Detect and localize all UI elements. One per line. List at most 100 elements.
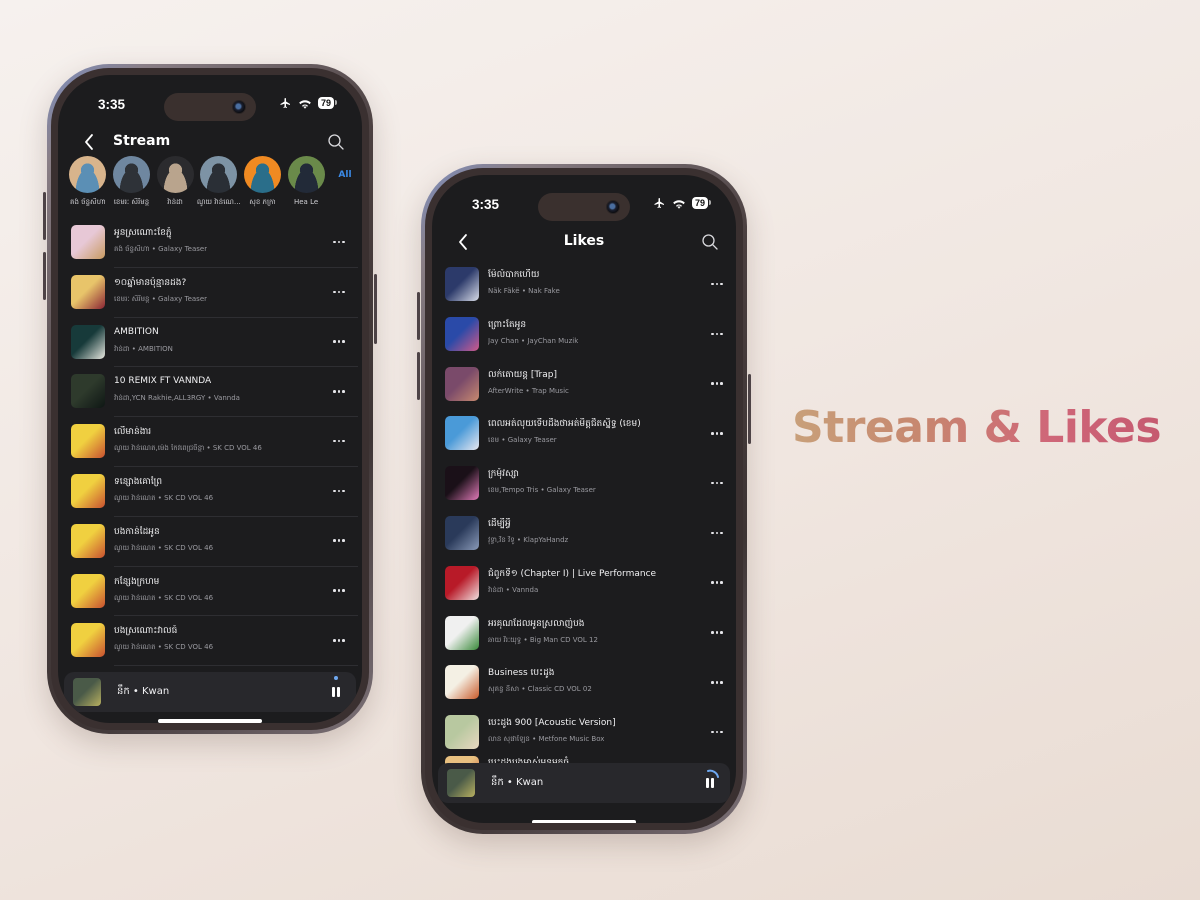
- artist-avatar: [69, 156, 107, 193]
- more-options-icon[interactable]: [328, 583, 350, 599]
- artist-item[interactable]: ណូយ វ៉ាន់ណេ...: [197, 156, 241, 216]
- song-artwork: [71, 523, 105, 558]
- artist-item[interactable]: គង់ ច័ន្ទសីហា: [66, 156, 110, 216]
- artist-item[interactable]: សុខ ភក្រា: [241, 156, 285, 216]
- more-options-icon[interactable]: [706, 425, 728, 441]
- pause-button[interactable]: [704, 776, 716, 790]
- artist-avatar: [243, 156, 281, 193]
- song-subtitle: ណូយ វ៉ាន់ណេត,ម៉េង កែវពេជ្រចិន្តា • SK CD…: [114, 444, 262, 453]
- song-row[interactable]: បងកាន់ដៃអូន ណូយ វ៉ាន់ណេត • SK CD VOL 46: [58, 517, 362, 567]
- song-row[interactable]: លក់តោយន្ត [Trap] AfterWrite • Trap Music: [432, 360, 736, 410]
- song-artwork: [445, 366, 479, 401]
- pause-button[interactable]: [330, 685, 342, 699]
- song-subtitle: Jay Chan • JayChan Muzik: [488, 336, 579, 345]
- song-row[interactable]: លើមាន់ងារ ណូយ វ៉ាន់ណេត,ម៉េង កែវពេជ្រចិន្…: [58, 417, 362, 467]
- song-artwork: [71, 274, 105, 309]
- song-title: 10 REMIX FT VANNDA: [114, 376, 212, 387]
- song-title: ពេលអត់លុយទើបដឹងថាអត់មិត្តជិតស្និទ្ធ (ខេម…: [488, 419, 641, 430]
- song-title: បងកាន់ដៃអូន: [114, 526, 160, 537]
- song-row[interactable]: អូនស្រណោះខែភ្ជុំ គង់ ច័ន្ទសីហា • Galaxy …: [58, 218, 362, 268]
- more-options-icon[interactable]: [706, 625, 728, 641]
- artist-item[interactable]: ខេមរៈ សិរីមន្ត: [110, 156, 154, 216]
- song-subtitle: ខេម • Galaxy Teaser: [488, 436, 557, 445]
- back-icon[interactable]: [80, 132, 100, 152]
- artist-name: Hea Le: [293, 198, 319, 206]
- song-artwork: [71, 473, 105, 508]
- song-title: បងស្រណោះវាលធំ: [114, 626, 178, 637]
- mini-player[interactable]: នឹក • Kwan: [438, 763, 730, 803]
- artist-carousel: គង់ ច័ន្ទសីហា ខេមរៈ សិរីមន្ត វ៉ាន់ដា ណូយ…: [66, 156, 362, 216]
- song-artwork: [445, 665, 479, 700]
- more-options-icon[interactable]: [706, 376, 728, 392]
- volume-down-button: [417, 352, 420, 400]
- now-playing-label: នឹក • Kwan: [491, 777, 544, 788]
- song-subtitle: Näk Fäkë • Nak Fake: [488, 287, 560, 295]
- song-row[interactable]: បងស្រណោះវាលធំ ណូយ វ៉ាន់ណេត • SK CD VOL 4…: [58, 616, 362, 666]
- song-subtitle: វ៉ាន់ដា • AMBITION: [114, 344, 173, 353]
- stream-song-list: អូនស្រណោះខែភ្ជុំ គង់ ច័ន្ទសីហា • Galaxy …: [58, 218, 362, 666]
- song-row[interactable]: ក្រមុំវស្សា ខេម,Tempo Tris • Galaxy Teas…: [432, 459, 736, 509]
- song-artwork: [445, 267, 479, 301]
- now-playing-artwork: [73, 678, 101, 706]
- more-options-icon[interactable]: [706, 724, 728, 740]
- more-options-icon[interactable]: [706, 475, 728, 491]
- song-row[interactable]: ទន្សោងគោព្រៃ ណូយ វ៉ាន់ណេត • SK CD VOL 46: [58, 467, 362, 517]
- more-options-icon[interactable]: [328, 234, 350, 250]
- more-options-icon[interactable]: [706, 525, 728, 541]
- song-row[interactable]: អរគុណដែលអូនស្រលាញ់បង ឆាយ វីរៈយុទ្ធ • Big…: [432, 609, 736, 659]
- song-row[interactable]: ជំពូកទី១ (Chapter I) | Live Performance …: [432, 559, 736, 609]
- volume-up-button: [417, 292, 420, 340]
- song-artwork: [71, 324, 105, 359]
- song-row[interactable]: ដើម្បីអ្វី វុទ្ធា,វិន វិទូ • KlapYaHandz: [432, 509, 736, 559]
- mini-player[interactable]: នឹក • Kwan: [64, 672, 356, 712]
- more-options-icon[interactable]: [328, 632, 350, 648]
- song-row[interactable]: 10 REMIX FT VANNDA វ៉ាន់ដា,YCN Rakhie,AL…: [58, 367, 362, 417]
- home-indicator[interactable]: [532, 820, 636, 823]
- song-row[interactable]: Business បេះដូង សុគន្ធ នីសា • Classic CD…: [432, 658, 736, 708]
- song-artwork: [445, 615, 479, 650]
- more-options-icon[interactable]: [328, 533, 350, 549]
- more-options-icon[interactable]: [328, 383, 350, 399]
- song-artwork: [445, 515, 479, 550]
- song-artwork: [71, 424, 105, 459]
- song-artwork: [445, 466, 479, 501]
- artist-item[interactable]: Hea Le: [284, 156, 328, 216]
- song-subtitle: គង់ ច័ន្ទសីហា • Galaxy Teaser: [114, 245, 208, 253]
- song-title: អូនស្រណោះខែភ្ជុំ: [114, 228, 172, 238]
- more-options-icon[interactable]: [706, 276, 728, 292]
- song-artwork: [445, 565, 479, 600]
- artist-name: វ៉ាន់ដា: [167, 198, 183, 206]
- artist-avatar: [156, 156, 194, 193]
- song-row[interactable]: ពេលអត់លុយទើបដឹងថាអត់មិត្តជិតស្និទ្ធ (ខេម…: [432, 409, 736, 459]
- more-options-icon[interactable]: [328, 334, 350, 350]
- more-options-icon[interactable]: [328, 284, 350, 300]
- song-row[interactable]: ១០ឆ្នាំមានប៉ុន្មានដង? ខេមរៈ សិរីមន្ត • G…: [58, 268, 362, 318]
- song-subtitle: ណូយ វ៉ាន់ណេត • SK CD VOL 46: [114, 643, 214, 652]
- status-bar: 3:35 79: [58, 89, 362, 123]
- artist-item[interactable]: វ៉ាន់ដា: [153, 156, 197, 216]
- battery-indicator: 79: [317, 97, 338, 109]
- more-options-icon[interactable]: [328, 483, 350, 499]
- song-row[interactable]: បេះដូង 900 [Acoustic Version] លាន សុផាឡែ…: [432, 708, 736, 758]
- more-options-icon[interactable]: [706, 674, 728, 690]
- wifi-icon: [299, 99, 311, 109]
- nav-header: Likes: [432, 229, 736, 255]
- more-options-icon[interactable]: [706, 326, 728, 342]
- nav-header: Stream: [58, 129, 362, 155]
- camera-icon: [232, 100, 246, 114]
- song-title: បេះដូង 900 [Acoustic Version]: [488, 718, 616, 729]
- home-indicator[interactable]: [158, 719, 262, 723]
- song-row[interactable]: ព្រោះតែអូន Jay Chan • JayChan Muzik: [432, 310, 736, 360]
- song-row[interactable]: ម៉ែលំបាកហើយ Näk Fäkë • Nak Fake: [432, 260, 736, 310]
- see-all-artists-button[interactable]: All: [328, 156, 362, 193]
- song-title: កន្សែងក្រហម: [114, 576, 160, 587]
- more-options-icon[interactable]: [706, 575, 728, 591]
- page-title: Stream: [113, 133, 171, 149]
- search-icon[interactable]: [326, 132, 346, 152]
- song-row[interactable]: AMBITION វ៉ាន់ដា • AMBITION: [58, 318, 362, 368]
- more-options-icon[interactable]: [328, 433, 350, 449]
- search-icon[interactable]: [700, 232, 720, 252]
- song-title: ម៉ែលំបាកហើយ: [488, 270, 540, 280]
- song-row[interactable]: កន្សែងក្រហម ណូយ វ៉ាន់ណេត • SK CD VOL 46: [58, 567, 362, 617]
- artist-name: គង់ ច័ន្ទសីហា: [70, 198, 106, 206]
